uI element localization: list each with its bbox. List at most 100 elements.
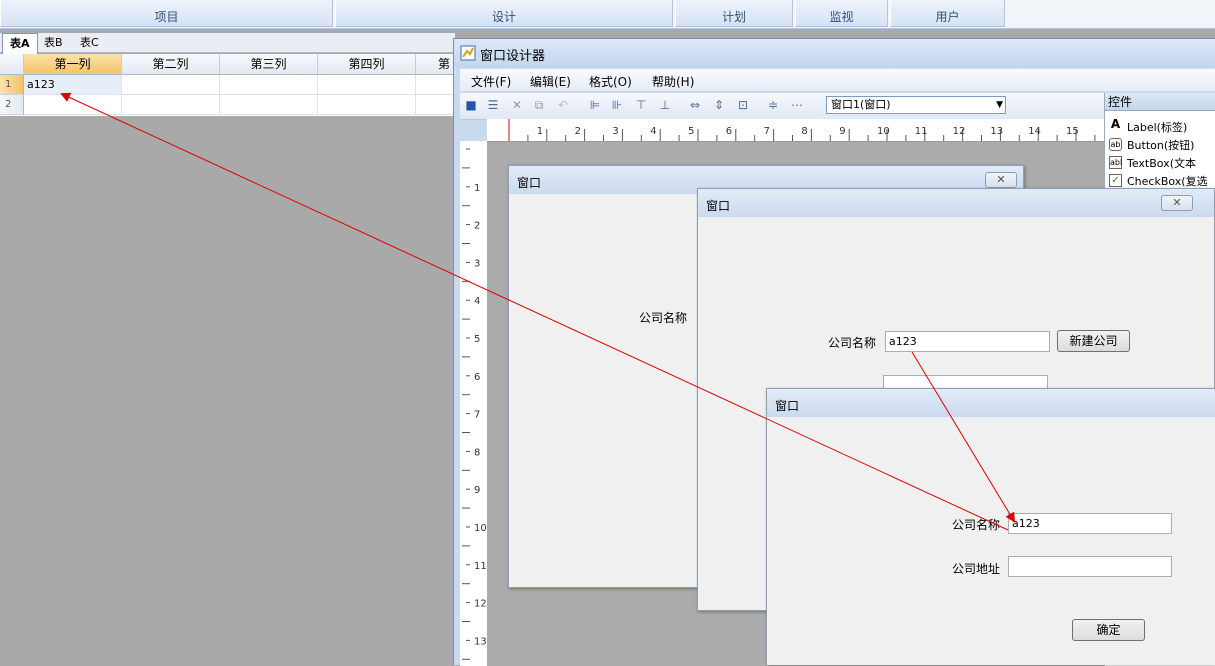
form-window-3: 窗口 公司名称 a123 公司地址 确定 — [766, 388, 1215, 665]
ruler-label: 11 — [915, 126, 928, 137]
grid-corner[interactable] — [0, 54, 24, 75]
ruler-label: 6 — [474, 372, 480, 383]
grid-cell[interactable] — [24, 95, 122, 115]
top-menu-users[interactable]: 用户 — [890, 0, 1005, 27]
grid-cell[interactable] — [122, 95, 220, 115]
chevron-down-icon: ▼ — [996, 97, 1003, 113]
form-3-title-bar[interactable]: 窗口 — [767, 389, 1215, 417]
confirm-button[interactable]: 确定 — [1072, 619, 1145, 641]
undo-icon[interactable]: ↶ — [556, 98, 570, 112]
ruler-label: 12 — [953, 126, 966, 137]
ruler-label: 12 — [474, 599, 487, 610]
ruler-label: 9 — [839, 126, 845, 137]
horizontal-ruler: 12345678910111213141516 — [487, 119, 1104, 142]
vertical-spacing-icon[interactable]: ≑ — [766, 98, 780, 112]
control-item-checkbox[interactable]: ✓ CheckBox(复选 — [1105, 171, 1215, 189]
designer-title-bar[interactable]: 窗口设计器 — [454, 39, 1215, 67]
designer-title: 窗口设计器 — [480, 45, 545, 64]
grid-cell[interactable] — [318, 75, 416, 95]
ruler-label: 7 — [764, 126, 770, 137]
close-icon[interactable]: ✕ — [985, 172, 1017, 188]
menu-edit[interactable]: 编辑(E) — [530, 73, 571, 90]
ruler-label: 3 — [474, 258, 480, 269]
control-item-label[interactable]: A Label(标签) — [1105, 117, 1215, 135]
ruler-label: 6 — [726, 126, 732, 137]
form-2-company-name-label: 公司名称 — [828, 334, 876, 351]
form-3-title: 窗口 — [775, 397, 799, 414]
window-select-dropdown[interactable]: 窗口1(窗口) ▼ — [826, 96, 1006, 114]
designer-menu-bar: 文件(F) 编辑(E) 格式(O) 帮助(H) — [460, 69, 1215, 91]
form-3-company-address-input[interactable] — [1008, 556, 1172, 577]
same-size-icon[interactable]: ⊡ — [736, 98, 750, 112]
controls-panel-title: 控件 — [1105, 93, 1215, 111]
control-item-button[interactable]: ab Button(按钮) — [1105, 135, 1215, 153]
ruler-label: 11 — [474, 561, 487, 572]
column-header-4[interactable]: 第四列 — [318, 54, 416, 75]
ruler-label: 5 — [688, 126, 694, 137]
tab-sheet-c[interactable]: 表C — [73, 33, 106, 53]
form-1-title: 窗口 — [517, 174, 541, 191]
same-height-icon[interactable]: ⇕ — [712, 98, 726, 112]
grid-cell[interactable] — [318, 95, 416, 115]
ruler-label: 3 — [612, 126, 618, 137]
cell-a1[interactable]: a123 — [24, 75, 122, 95]
vertical-ruler-ticks: 12345678910111213 — [460, 141, 487, 666]
button-control-icon: ab — [1109, 138, 1122, 151]
horizontal-spacing-icon[interactable]: ⋯ — [790, 98, 804, 112]
top-menu-bar: 项目 设计 计划 监视 用户 — [0, 0, 1215, 29]
align-bottom-icon[interactable]: ⊥ — [658, 98, 672, 112]
form-2-title: 窗口 — [706, 197, 730, 214]
control-item-textbox[interactable]: abl TextBox(文本 — [1105, 153, 1215, 171]
new-company-button[interactable]: 新建公司 — [1057, 330, 1130, 352]
top-menu-monitor[interactable]: 监视 — [795, 0, 888, 27]
align-top-icon[interactable]: ⊤ — [634, 98, 648, 112]
ruler-label: 10 — [474, 523, 487, 534]
grid-cell[interactable] — [416, 95, 455, 115]
ruler-label: 13 — [990, 126, 1003, 137]
grid-cell[interactable] — [122, 75, 220, 95]
form-3-company-name-label: 公司名称 — [952, 516, 1000, 533]
align-right-icon[interactable]: ⊪ — [610, 98, 624, 112]
same-width-icon[interactable]: ⇔ — [688, 98, 702, 112]
ruler-label: 7 — [474, 410, 480, 421]
form-2-title-bar[interactable]: 窗口 ✕ — [698, 189, 1214, 217]
save-icon[interactable]: ■ — [464, 98, 478, 112]
horizontal-ruler-ticks: 12345678910111213141516 — [487, 119, 1104, 141]
label-control-icon: A — [1109, 119, 1122, 132]
column-header-2[interactable]: 第二列 — [122, 54, 220, 75]
top-menu-projects[interactable]: 项目 — [0, 0, 333, 27]
column-header-3[interactable]: 第三列 — [220, 54, 318, 75]
row-header-2[interactable]: 2 — [0, 95, 24, 115]
form-3-company-name-input[interactable]: a123 — [1008, 513, 1172, 534]
column-header-5[interactable]: 第 — [416, 54, 455, 75]
ruler-label: 2 — [474, 221, 480, 232]
row-header-1[interactable]: 1 — [0, 75, 24, 95]
menu-help[interactable]: 帮助(H) — [652, 73, 694, 90]
cut-icon[interactable]: ✕ — [510, 98, 524, 112]
ruler-label: 4 — [474, 296, 480, 307]
ruler-label: 2 — [575, 126, 581, 137]
copy-icon[interactable]: ⧉ — [532, 98, 546, 112]
form-2-company-name-input[interactable]: a123 — [885, 331, 1050, 352]
align-left-icon[interactable]: ⊫ — [588, 98, 602, 112]
ruler-label: 5 — [474, 334, 480, 345]
grid-cell[interactable] — [220, 95, 318, 115]
ruler-label: 14 — [1028, 126, 1041, 137]
column-header-1[interactable]: 第一列 — [24, 54, 122, 75]
grid-cell[interactable] — [220, 75, 318, 95]
textbox-control-icon: abl — [1109, 156, 1122, 169]
top-menu-plan[interactable]: 计划 — [675, 0, 793, 27]
spreadsheet-grid: 第一列 第二列 第三列 第四列 第 1 2 a123 — [0, 54, 455, 116]
ruler-label: 8 — [801, 126, 807, 137]
grid-cell[interactable] — [416, 75, 455, 95]
close-icon[interactable]: ✕ — [1161, 195, 1193, 211]
top-menu-design[interactable]: 设计 — [335, 0, 673, 27]
vertical-ruler: 12345678910111213 — [460, 141, 488, 666]
properties-icon[interactable]: ☰ — [486, 98, 500, 112]
designer-app-icon — [460, 45, 476, 61]
menu-file[interactable]: 文件(F) — [471, 73, 511, 90]
tab-sheet-a[interactable]: 表A — [2, 33, 38, 55]
menu-format[interactable]: 格式(O) — [589, 73, 632, 90]
tab-sheet-b[interactable]: 表B — [37, 33, 70, 53]
form-3-company-address-label: 公司地址 — [952, 560, 1000, 577]
